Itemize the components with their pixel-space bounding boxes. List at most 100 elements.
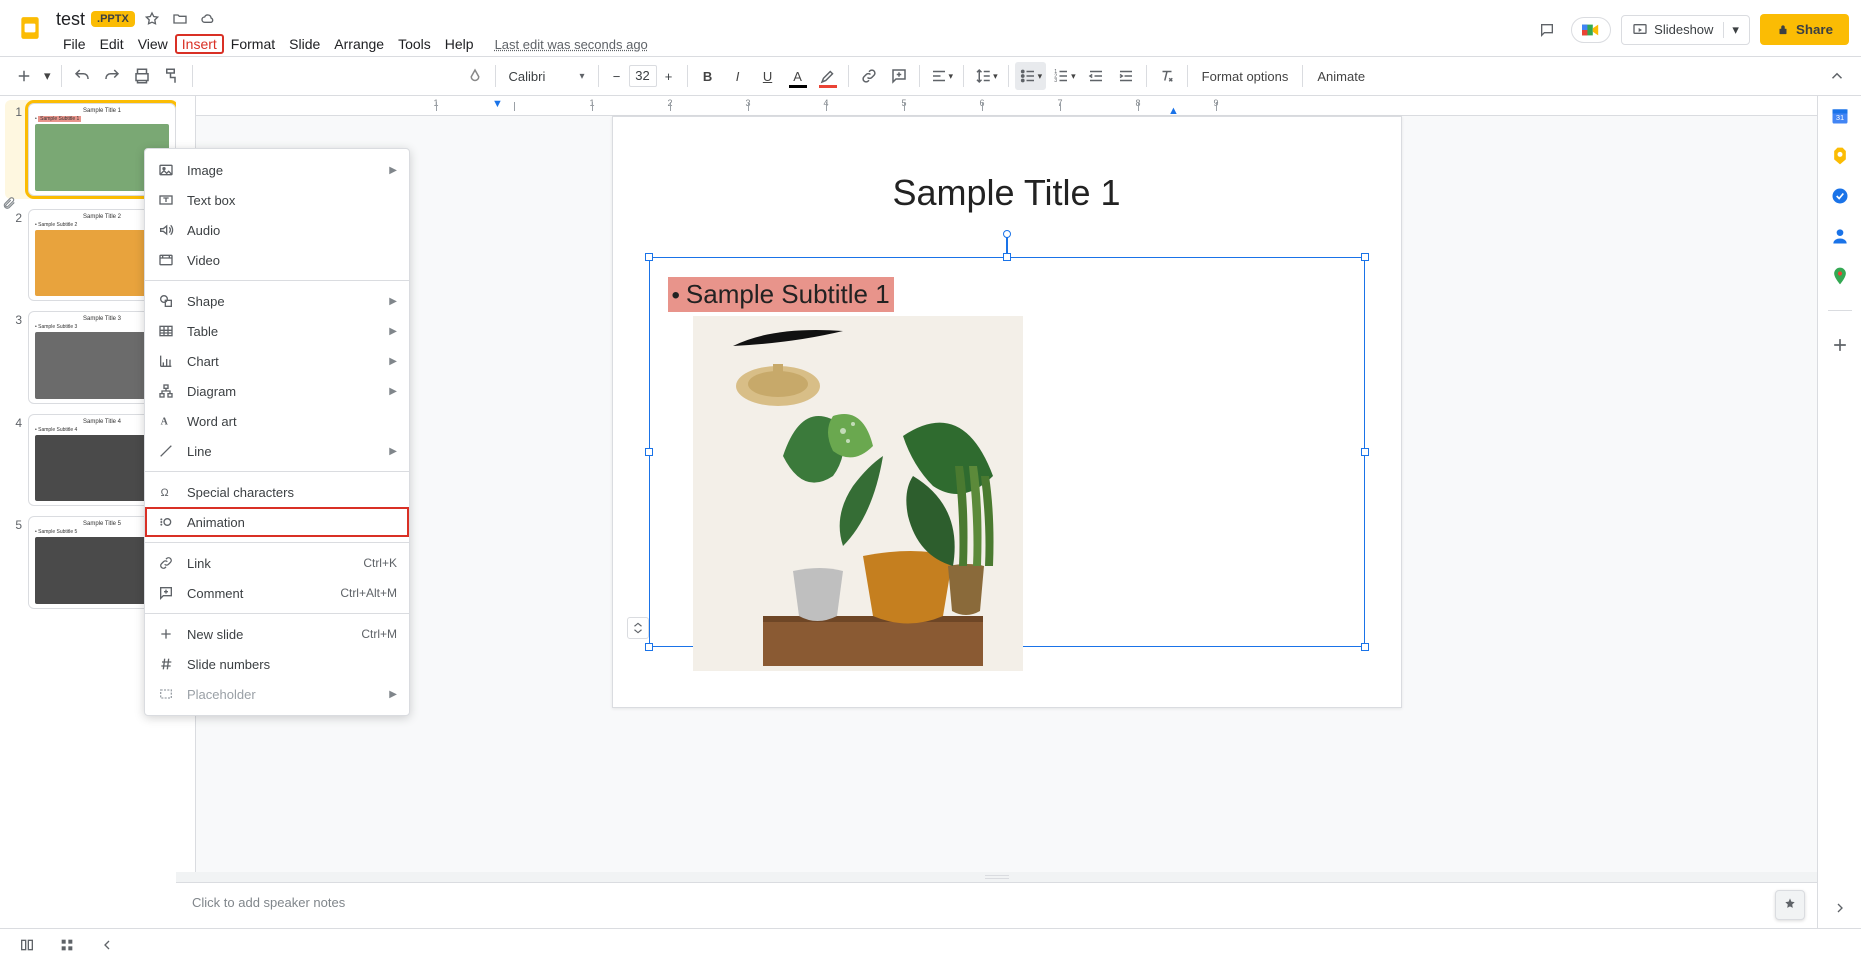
tasks-icon[interactable] xyxy=(1830,186,1850,206)
insert-menu-animation[interactable]: Animation xyxy=(145,507,409,537)
clear-formatting-button[interactable] xyxy=(1153,62,1181,90)
insert-menu-word-art[interactable]: AWord art xyxy=(145,406,409,436)
slide-subtitle-row[interactable]: •Sample Subtitle 1 xyxy=(668,277,894,312)
doc-name[interactable]: test xyxy=(56,9,85,30)
insert-comment-button[interactable] xyxy=(885,62,913,90)
insert-menu-shape[interactable]: Shape▶ xyxy=(145,286,409,316)
increase-font-button[interactable]: + xyxy=(657,64,681,88)
insert-menu-line[interactable]: Line▶ xyxy=(145,436,409,466)
contacts-icon[interactable] xyxy=(1830,226,1850,246)
star-icon[interactable] xyxy=(141,8,163,30)
thumb-number: 4 xyxy=(8,414,22,507)
toolbar: ▾ Calibri ▾ − 32 + B I U A ▾ ▾ ▾ 123▾ Fo… xyxy=(0,56,1861,96)
print-button[interactable] xyxy=(128,62,156,90)
fit-text-icon[interactable] xyxy=(627,617,649,639)
redo-button[interactable] xyxy=(98,62,126,90)
slides-logo-icon[interactable] xyxy=(12,10,48,46)
numbered-list-button[interactable]: 123▾ xyxy=(1048,62,1080,90)
insert-link-button[interactable] xyxy=(855,62,883,90)
bulleted-list-button[interactable]: ▾ xyxy=(1015,62,1047,90)
insert-menu-comment[interactable]: CommentCtrl+Alt+M xyxy=(145,578,409,608)
collapse-toolbar-icon[interactable] xyxy=(1823,62,1851,90)
menu-item-slide[interactable]: Slide xyxy=(282,34,327,54)
menu-item-format[interactable]: Format xyxy=(224,34,282,54)
explore-button[interactable] xyxy=(1775,890,1805,920)
notes-resize-handle[interactable] xyxy=(176,872,1817,882)
insert-menu-special-characters[interactable]: ΩSpecial characters xyxy=(145,477,409,507)
main-area: Image▶Text boxAudioVideo Shape▶Table▶Char… xyxy=(0,96,1861,928)
paint-format-button[interactable] xyxy=(158,62,186,90)
cloud-status-icon[interactable] xyxy=(197,8,219,30)
text-color-button[interactable]: A xyxy=(784,62,812,90)
submenu-arrow-icon: ▶ xyxy=(389,326,397,337)
menu-item-insert[interactable]: Insert xyxy=(175,34,224,54)
menu-item-edit[interactable]: Edit xyxy=(93,34,131,54)
svg-text:3: 3 xyxy=(1054,78,1057,84)
insert-menu-image[interactable]: Image▶ xyxy=(145,155,409,185)
slideshow-label: Slideshow xyxy=(1654,22,1713,37)
slideshow-dropdown-icon[interactable]: ▾ xyxy=(1723,22,1739,38)
menu-item-view[interactable]: View xyxy=(131,34,175,54)
add-addon-icon[interactable] xyxy=(1830,335,1850,355)
slide-title[interactable]: Sample Title 1 xyxy=(613,172,1401,214)
move-folder-icon[interactable] xyxy=(169,8,191,30)
highlight-color-button[interactable] xyxy=(814,62,842,90)
insert-menu-table[interactable]: Table▶ xyxy=(145,316,409,346)
slide[interactable]: Sample Title 1 •Sample Subtitle 1 xyxy=(612,116,1402,708)
last-edit-link[interactable]: Last edit was seconds ago xyxy=(495,37,648,52)
insert-menu-dropdown: Image▶Text boxAudioVideo Shape▶Table▶Char… xyxy=(144,148,410,716)
menu-item-tools[interactable]: Tools xyxy=(391,34,438,54)
fill-color-button[interactable] xyxy=(461,62,489,90)
image-icon xyxy=(157,162,175,178)
menu-item-arrange[interactable]: Arrange xyxy=(327,34,391,54)
grid-view-icon[interactable] xyxy=(56,934,78,956)
keep-icon[interactable] xyxy=(1830,146,1850,166)
video-icon xyxy=(157,252,175,268)
format-options-button[interactable]: Format options xyxy=(1194,62,1297,90)
bold-button[interactable]: B xyxy=(694,62,722,90)
new-slide-dropdown-icon[interactable]: ▾ xyxy=(40,62,55,90)
chevron-down-icon: ▾ xyxy=(580,71,585,82)
slideshow-button[interactable]: Slideshow ▾ xyxy=(1621,15,1750,45)
underline-button[interactable]: U xyxy=(754,62,782,90)
thumb-number: 5 xyxy=(8,516,22,609)
insert-menu-text-box[interactable]: Text box xyxy=(145,185,409,215)
slide-canvas[interactable]: Sample Title 1 •Sample Subtitle 1 xyxy=(196,116,1817,872)
menu-item-help[interactable]: Help xyxy=(438,34,481,54)
menu-item-file[interactable]: File xyxy=(56,34,93,54)
speaker-notes[interactable]: Click to add speaker notes xyxy=(176,882,1817,928)
insert-menu-link[interactable]: LinkCtrl+K xyxy=(145,548,409,578)
comment-icon xyxy=(157,585,175,601)
font-select[interactable]: Calibri ▾ xyxy=(502,66,592,87)
calendar-icon[interactable]: 31 xyxy=(1830,106,1850,126)
canvas-wrap: 1123456789▼▲ Sample Title 1 •Sample Subt… xyxy=(176,96,1817,928)
line-spacing-button[interactable]: ▾ xyxy=(970,62,1002,90)
attachment-icon xyxy=(2,196,16,213)
italic-button[interactable]: I xyxy=(724,62,752,90)
comment-history-icon[interactable] xyxy=(1533,16,1561,44)
insert-menu-video[interactable]: Video xyxy=(145,245,409,275)
insert-menu-chart[interactable]: Chart▶ xyxy=(145,346,409,376)
decrease-indent-button[interactable] xyxy=(1082,62,1110,90)
collapse-filmstrip-icon[interactable] xyxy=(96,934,118,956)
insert-menu-new-slide[interactable]: New slideCtrl+M xyxy=(145,619,409,649)
decrease-font-button[interactable]: − xyxy=(605,64,629,88)
maps-icon[interactable] xyxy=(1830,266,1850,286)
filmstrip-view-icon[interactable] xyxy=(16,934,38,956)
slide-image[interactable] xyxy=(693,316,1023,671)
font-size-value[interactable]: 32 xyxy=(629,65,657,87)
meet-icon[interactable] xyxy=(1571,17,1611,43)
animate-button[interactable]: Animate xyxy=(1309,62,1373,90)
insert-menu-audio[interactable]: Audio xyxy=(145,215,409,245)
align-button[interactable]: ▾ xyxy=(926,62,958,90)
undo-button[interactable] xyxy=(68,62,96,90)
share-button[interactable]: Share xyxy=(1760,14,1849,45)
title-bar: test .PPTX FileEditViewInsertFormatSlide… xyxy=(0,0,1861,56)
insert-menu-slide-numbers[interactable]: Slide numbers xyxy=(145,649,409,679)
textbox-icon xyxy=(157,192,175,208)
hide-side-panel-icon[interactable] xyxy=(1830,898,1850,918)
diagram-icon xyxy=(157,383,175,399)
new-slide-button[interactable] xyxy=(10,62,38,90)
increase-indent-button[interactable] xyxy=(1112,62,1140,90)
insert-menu-diagram[interactable]: Diagram▶ xyxy=(145,376,409,406)
